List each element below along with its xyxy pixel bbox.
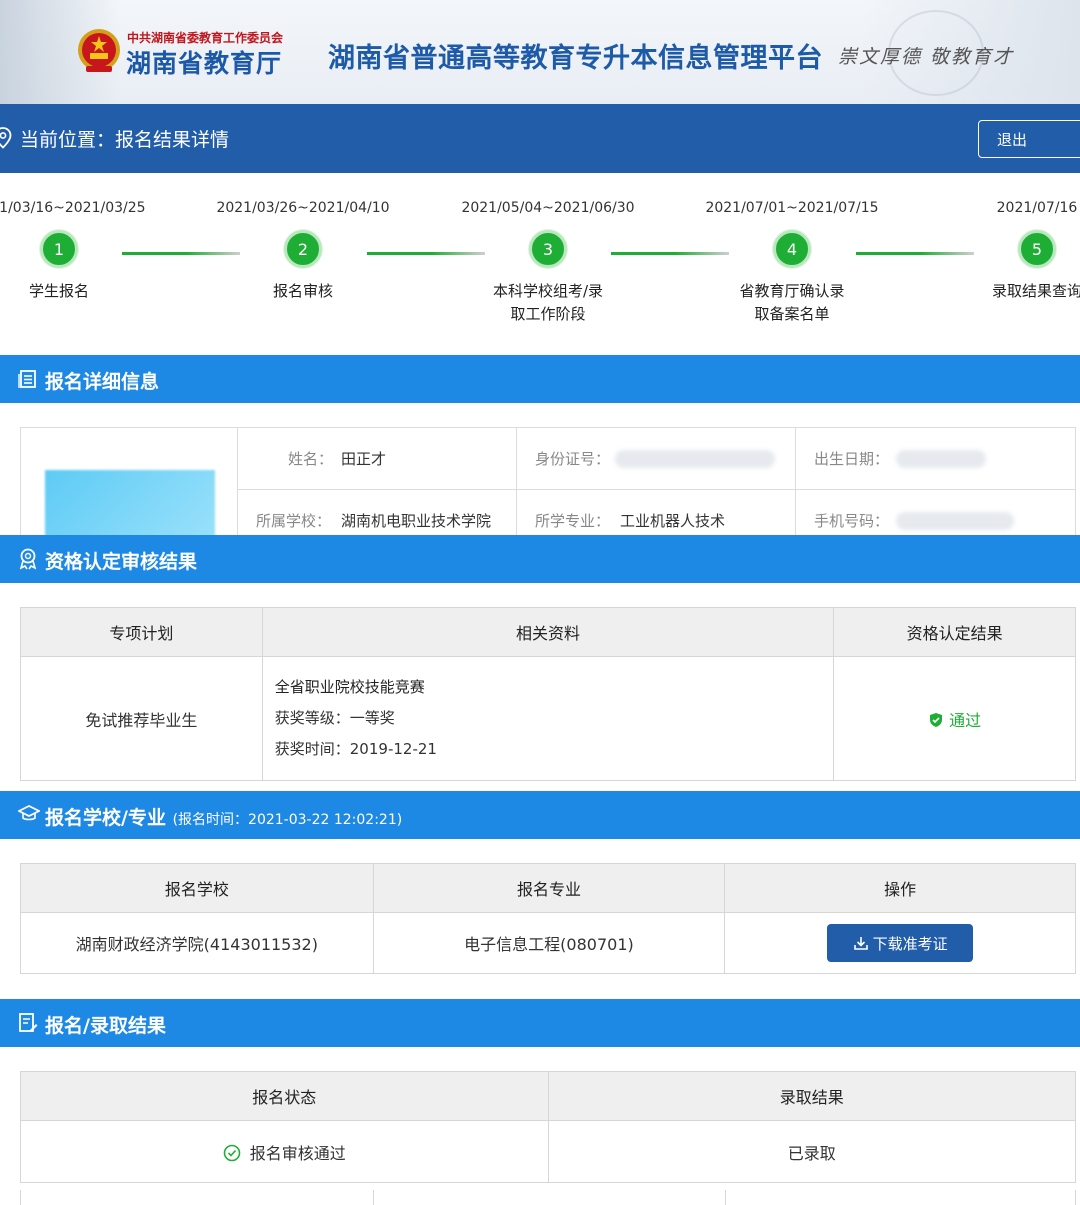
- info-major: 所学专业： 工业机器人技术: [517, 490, 796, 535]
- step-label-3-line2: 取工作阶段: [510, 305, 586, 323]
- step-connector-3: [611, 252, 729, 255]
- graduation-cap-icon: [18, 804, 40, 821]
- major-value: 工业机器人技术: [620, 512, 726, 530]
- award-time: 获奖时间：2019-12-21: [274, 740, 437, 758]
- pass-status: 通过: [928, 711, 981, 730]
- step-date-2: 2021/03/26~2021/04/10: [216, 200, 390, 216]
- org-name: 湖南省教育厅: [126, 49, 283, 78]
- step-date-1: 2021/03/16~2021/03/25: [0, 200, 146, 216]
- check-circle-icon: [223, 1144, 240, 1161]
- logout-button[interactable]: 退出: [978, 120, 1080, 158]
- status-text: 报名审核通过: [249, 1143, 346, 1163]
- step-date-4: 2021/07/01~2021/07/15: [705, 200, 879, 216]
- step-date-5: 2021/07/16: [996, 200, 1078, 216]
- pass-text: 通过: [949, 710, 982, 730]
- photo-cell: [21, 428, 238, 535]
- school-table: 报名学校 报名专业 操作 湖南财政经济学院(4143011532) 电子信息工程…: [20, 863, 1076, 974]
- birth-value-redacted: [896, 449, 986, 468]
- section-qualification-title: 资格认定审核结果: [45, 551, 198, 573]
- registration-time: (报名时间：2021-03-22 12:02:21): [172, 812, 403, 828]
- detail-info-panel: 姓名： 田正才 身份证号： 出生日期： 所属学校： 湖南机电职业技术学院 所学专…: [20, 427, 1076, 535]
- document-list-icon: [18, 370, 36, 388]
- major-cell: 电子信息工程(080701): [372, 912, 726, 974]
- section-school-heading: 报名学校/专业: [45, 807, 166, 829]
- motto: 崇文厚德 敬教育才: [838, 46, 1015, 68]
- download-icon: [853, 937, 868, 950]
- table-row: 免试推荐毕业生 全省职业院校技能竞赛 获奖等级：一等奖 获奖时间：2019-12…: [20, 656, 1076, 781]
- step-circle-2: 2: [284, 230, 322, 268]
- phone-value-redacted: [896, 511, 1014, 530]
- col-header-action: 操作: [724, 863, 1076, 913]
- name-value: 田正才: [341, 450, 387, 468]
- phone-label: 手机号码：: [814, 512, 890, 530]
- table-row: 报名审核通过 已录取: [20, 1120, 1076, 1183]
- step-label-3-line1: 本科学校组考/录: [492, 282, 604, 300]
- col-header-admission: 录取结果: [547, 1071, 1076, 1121]
- section-detail-title: 报名详细信息: [45, 371, 160, 393]
- section-result-title: 报名/录取结果: [45, 1015, 166, 1037]
- col-header-major: 报名专业: [372, 863, 726, 913]
- step-circle-4: 4: [773, 230, 811, 268]
- step-connector-2: [367, 252, 485, 255]
- step-circle-5: 5: [1018, 230, 1056, 268]
- step-label-4-line1: 省教育厅确认录: [739, 282, 845, 300]
- school-value: 湖南机电职业技术学院: [341, 512, 492, 530]
- award-ribbon-icon: [19, 548, 37, 570]
- col-header-result: 资格认定结果: [833, 607, 1076, 657]
- result-cell: 通过: [833, 656, 1076, 781]
- student-photo: [45, 470, 215, 535]
- step-label-3: 本科学校组考/录 取工作阶段: [493, 280, 603, 326]
- material-title: 全省职业院校技能竞赛: [274, 678, 425, 696]
- status-cell: 报名审核通过: [20, 1120, 549, 1183]
- col-header-material: 相关资料: [261, 607, 835, 657]
- table-continuation: [20, 1190, 1076, 1205]
- step-connector-1: [122, 252, 240, 255]
- major-label: 所学专业：: [535, 512, 611, 530]
- id-label: 身份证号：: [535, 450, 611, 468]
- step-circle-1: 1: [40, 230, 78, 268]
- step-connector-4: [856, 252, 974, 255]
- breadcrumb: 当前位置：报名结果详情: [20, 129, 230, 151]
- info-school: 所属学校： 湖南机电职业技术学院: [238, 490, 517, 535]
- section-school-title: 报名学校/专业 (报名时间：2021-03-22 12:02:21): [45, 803, 402, 830]
- col-header-plan: 专项计划: [20, 607, 263, 657]
- info-id: 身份证号：: [517, 428, 796, 490]
- col-header-school: 报名学校: [20, 863, 374, 913]
- download-admission-ticket-button[interactable]: 下载准考证: [827, 924, 974, 962]
- step-circle-3: 3: [529, 230, 567, 268]
- step-label-1: 学生报名: [28, 282, 90, 300]
- plan-cell: 免试推荐毕业生: [20, 656, 263, 781]
- section-detail-bar: [0, 355, 1080, 403]
- step-label-4-line2: 取备案名单: [754, 305, 830, 323]
- material-cell: 全省职业院校技能竞赛 获奖等级：一等奖 获奖时间：2019-12-21: [261, 656, 835, 781]
- shield-check-icon: [930, 712, 943, 727]
- info-birth: 出生日期：: [796, 428, 1075, 490]
- school-cell: 湖南财政经济学院(4143011532): [20, 912, 374, 974]
- result-table: 报名状态 录取结果 报名审核通过 已录取: [20, 1071, 1076, 1183]
- platform-title: 湖南省普通高等教育专升本信息管理平台: [328, 43, 823, 74]
- page-header: 中共湖南省委教育工作委员会 湖南省教育厅 湖南省普通高等教育专升本信息管理平台 …: [0, 0, 1080, 104]
- info-name: 姓名： 田正才: [238, 428, 517, 490]
- step-label-5: 录取结果查询: [991, 282, 1080, 300]
- national-emblem-icon: [78, 29, 120, 72]
- step-label-4: 省教育厅确认录 取备案名单: [739, 280, 844, 326]
- step-label-2: 报名审核: [272, 282, 334, 300]
- admission-cell: 已录取: [547, 1120, 1076, 1183]
- table-row: 湖南财政经济学院(4143011532) 电子信息工程(080701) 下载准考…: [20, 912, 1076, 974]
- id-value-redacted: [615, 449, 775, 468]
- location-pin-icon: [0, 127, 12, 149]
- download-label: 下载准考证: [872, 934, 948, 953]
- name-label: 姓名：: [288, 450, 334, 468]
- award-level: 获奖等级：一等奖: [274, 709, 395, 727]
- info-phone: 手机号码：: [796, 490, 1075, 535]
- action-cell: 下载准考证: [724, 912, 1076, 974]
- school-label: 所属学校：: [256, 512, 332, 530]
- qualification-table: 专项计划 相关资料 资格认定结果 免试推荐毕业生 全省职业院校技能竞赛 获奖等级…: [20, 607, 1076, 781]
- document-edit-icon: [19, 1013, 38, 1032]
- birth-label: 出生日期：: [814, 450, 890, 468]
- col-header-status: 报名状态: [20, 1071, 549, 1121]
- step-date-3: 2021/05/04~2021/06/30: [461, 200, 635, 216]
